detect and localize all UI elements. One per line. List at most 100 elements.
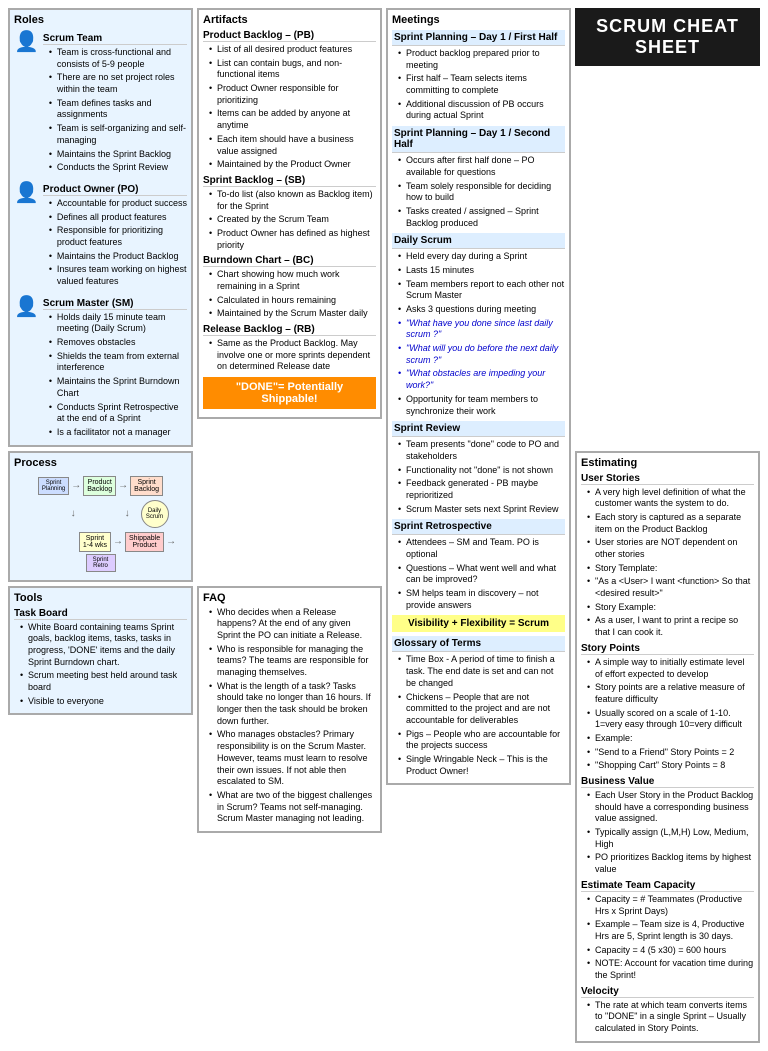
list-item: Calculated in hours remaining bbox=[209, 295, 376, 307]
main-layout: Roles 👤 Scrum Team Team is cross-functio… bbox=[8, 8, 760, 1043]
list-item: Team presents "done" code to PO and stak… bbox=[398, 439, 565, 462]
tools-title: Tools bbox=[14, 592, 187, 604]
sprint-backlog-title: Sprint Backlog – (SB) bbox=[203, 175, 376, 187]
estimating-title: Estimating bbox=[581, 457, 754, 469]
scrum-team-icon: 👤 bbox=[14, 29, 39, 54]
diag-sprint: Sprint1-4 wks bbox=[79, 532, 111, 552]
diag-retrospective: SprintRetro bbox=[86, 554, 116, 572]
artifacts-title: Artifacts bbox=[203, 14, 376, 26]
list-item: Items can be added by anyone at anytime bbox=[209, 108, 376, 131]
list-item: Usually scored on a scale of 1-10. 1=ver… bbox=[587, 708, 754, 731]
diag-product-backlog: ProductBacklog bbox=[83, 476, 116, 496]
product-backlog-title: Product Backlog – (PB) bbox=[203, 30, 376, 42]
list-item: "Send to a Friend" Story Points = 2 bbox=[587, 747, 754, 759]
list-item: Single Wringable Neck – This is the Prod… bbox=[398, 754, 565, 777]
list-item: Additional discussion of PB occurs durin… bbox=[398, 99, 565, 122]
list-item: Team is cross-functional and consists of… bbox=[49, 47, 187, 70]
list-item: Maintains the Product Backlog bbox=[49, 251, 187, 263]
velocity-title: Velocity bbox=[581, 986, 754, 998]
story-points-title: Story Points bbox=[581, 643, 754, 655]
list-item: User stories are NOT dependent on other … bbox=[587, 537, 754, 560]
list-item: As a user, I want to print a recipe so t… bbox=[587, 615, 754, 638]
roles-section: Roles 👤 Scrum Team Team is cross-functio… bbox=[8, 8, 193, 447]
sprint-retrospective-list: Attendees – SM and Team. PO is optional … bbox=[392, 537, 565, 611]
sprint-planning-2-list: Occurs after first half done – PO availa… bbox=[392, 155, 565, 229]
diag-arrow: → bbox=[71, 480, 81, 491]
diag-shippable: ShippableProduct bbox=[125, 532, 164, 552]
glossary-list: Time Box - A period of time to finish a … bbox=[392, 654, 565, 777]
sprint-planning-1-title: Sprint Planning – Day 1 / First Half bbox=[392, 30, 565, 46]
list-item: Time Box - A period of time to finish a … bbox=[398, 654, 565, 689]
list-item: "What will you do before the next daily … bbox=[398, 343, 565, 366]
diag-arrow: → bbox=[166, 536, 176, 547]
list-item: Story Example: bbox=[587, 602, 754, 614]
list-item: Each User Story in the Product Backlog s… bbox=[587, 790, 754, 825]
list-item: Held every day during a Sprint bbox=[398, 251, 565, 263]
faq-section: FAQ Who decides when a Release happens? … bbox=[197, 586, 382, 833]
task-board-list: White Board containing teams Sprint goal… bbox=[14, 622, 187, 708]
done-label: "DONE"= Potentially Shippable! bbox=[203, 377, 376, 409]
list-item: A simple way to initially estimate level… bbox=[587, 657, 754, 680]
list-item: PO prioritizes Backlog items by highest … bbox=[587, 852, 754, 875]
list-item: Capacity = # Teammates (Productive Hrs x… bbox=[587, 894, 754, 917]
list-item: A very high level definition of what the… bbox=[587, 487, 754, 510]
list-item: Who is responsible for managing the team… bbox=[209, 644, 376, 679]
sprint-planning-2-title: Sprint Planning – Day 1 / Second Half bbox=[392, 126, 565, 153]
tools-section: Tools Task Board White Board containing … bbox=[8, 586, 193, 833]
list-item: Maintains the Sprint Burndown Chart bbox=[49, 376, 187, 399]
list-item: Visible to everyone bbox=[20, 696, 187, 708]
list-item: First half – Team selects items committi… bbox=[398, 73, 565, 96]
list-item: Team solely responsible for deciding how… bbox=[398, 181, 565, 204]
list-item: List of all desired product features bbox=[209, 44, 376, 56]
list-item: White Board containing teams Sprint goal… bbox=[20, 622, 187, 669]
list-item: Questions – What went well and what can … bbox=[398, 563, 565, 586]
list-item: Chart showing how much work remaining in… bbox=[209, 269, 376, 292]
list-item: Responsible for prioritizing product fea… bbox=[49, 225, 187, 248]
list-item: Functionality not "done" is not shown bbox=[398, 465, 565, 477]
release-backlog-list: Same as the Product Backlog. May involve… bbox=[203, 338, 376, 373]
list-item: Removes obstacles bbox=[49, 337, 187, 349]
burndown-chart-title: Burndown Chart – (BC) bbox=[203, 255, 376, 267]
sprint-review-list: Team presents "done" code to PO and stak… bbox=[392, 439, 565, 515]
list-item: Feedback generated - PB maybe reprioriti… bbox=[398, 478, 565, 501]
list-item: What is the length of a task? Tasks shou… bbox=[209, 681, 376, 728]
list-item: Each item should have a business value a… bbox=[209, 134, 376, 157]
visibility-label: Visibility + Flexibility = Scrum bbox=[392, 615, 565, 632]
estimate-team-title: Estimate Team Capacity bbox=[581, 880, 754, 892]
diag-arrow: → bbox=[113, 536, 123, 547]
scrum-master-title: Scrum Master (SM) bbox=[43, 298, 187, 310]
user-stories-list: A very high level definition of what the… bbox=[581, 487, 754, 639]
list-item: Is a facilitator not a manager bbox=[49, 427, 187, 439]
product-owner-list: Accountable for product success Defines … bbox=[43, 198, 187, 288]
list-item: Team defines tasks and assignments bbox=[49, 98, 187, 121]
business-value-title: Business Value bbox=[581, 776, 754, 788]
diag-arrow: → bbox=[68, 509, 79, 519]
faq-title: FAQ bbox=[203, 592, 376, 604]
list-item: Conducts Sprint Retrospective at the end… bbox=[49, 402, 187, 425]
estimating-section: Estimating User Stories A very high leve… bbox=[575, 451, 760, 1043]
list-item: Created by the Scrum Team bbox=[209, 214, 376, 226]
list-item: Who decides when a Release happens? At t… bbox=[209, 607, 376, 642]
header-section: SCRUM CHEAT SHEET bbox=[575, 8, 760, 447]
release-backlog-title: Release Backlog – (RB) bbox=[203, 324, 376, 336]
list-item: Example: bbox=[587, 733, 754, 745]
velocity-list: The rate at which team converts items to… bbox=[581, 1000, 754, 1035]
product-owner-icon: 👤 bbox=[14, 180, 39, 205]
roles-title: Roles bbox=[14, 14, 187, 26]
estimate-team-list: Capacity = # Teammates (Productive Hrs x… bbox=[581, 894, 754, 982]
list-item: The rate at which team converts items to… bbox=[587, 1000, 754, 1035]
list-item: Typically assign (L,M,H) Low, Medium, Hi… bbox=[587, 827, 754, 850]
list-item: SM helps team in discovery – not provide… bbox=[398, 588, 565, 611]
task-board-title: Task Board bbox=[14, 608, 187, 620]
story-points-list: A simple way to initially estimate level… bbox=[581, 657, 754, 772]
list-item: Product Owner responsible for prioritizi… bbox=[209, 83, 376, 106]
list-item: Occurs after first half done – PO availa… bbox=[398, 155, 565, 178]
artifacts-section: Artifacts Product Backlog – (PB) List of… bbox=[197, 8, 382, 582]
process-section: Process SprintPlanning → ProductBacklog … bbox=[8, 451, 193, 582]
product-backlog-list: List of all desired product features Lis… bbox=[203, 44, 376, 171]
list-item: What are two of the biggest challenges i… bbox=[209, 790, 376, 825]
scrum-header: SCRUM CHEAT SHEET bbox=[575, 8, 760, 66]
diag-arrow: → bbox=[122, 509, 133, 519]
list-item: Opportunity for team members to synchron… bbox=[398, 394, 565, 417]
list-item: Insures team working on highest valued f… bbox=[49, 264, 187, 287]
